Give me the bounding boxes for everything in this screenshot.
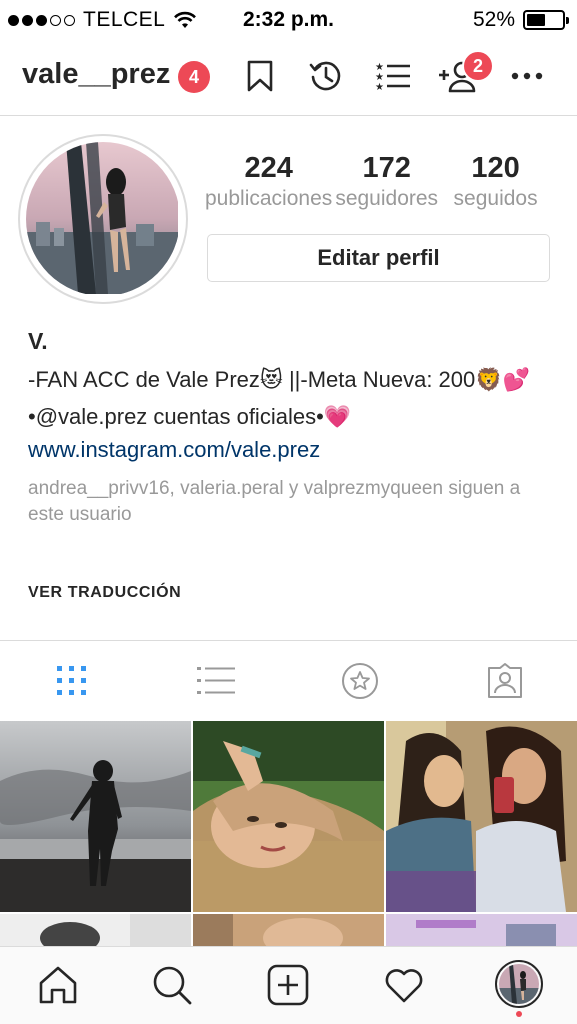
profile-display-name: V. [28,328,48,354]
bookmark-icon[interactable] [240,56,280,96]
tagged-user-icon [488,663,522,698]
profile-tab-avatar[interactable] [495,960,543,1008]
search-icon[interactable] [150,963,194,1007]
history-icon[interactable] [306,56,346,96]
home-icon[interactable] [36,963,80,1007]
grid-view-tab[interactable] [52,661,92,701]
status-right: 52% [472,8,569,32]
post-thumbnail-5[interactable] [193,914,384,946]
followers-count: 172 [362,152,411,184]
edit-profile-button[interactable]: Editar perfil [207,234,550,282]
battery-icon [523,10,569,30]
following-count: 120 [471,152,520,184]
status-bar: TELCEL 2:32 p.m. 52% [0,0,577,38]
posts-count: 224 [244,152,293,184]
post-thumbnail-3[interactable] [386,721,577,912]
post-thumbnail-2[interactable] [193,721,384,912]
posts-label: publicaciones [205,187,333,210]
account-switcher[interactable]: vale__prez [22,58,170,91]
tagged-photos-tab[interactable] [485,661,525,701]
see-translation-button[interactable]: VER TRADUCCIÓN [28,584,181,602]
new-post-icon[interactable] [266,963,310,1007]
post-thumbnail-4[interactable] [0,914,191,946]
bio-line-2: •@vale.prez cuentas oficiales•💗 [28,404,352,429]
post-thumbnail-1[interactable] [0,721,191,912]
profile-tabs [0,640,577,720]
battery-fill [527,14,545,26]
feed-list-icon [197,667,235,694]
follow-requests-badge: 2 [462,50,494,82]
profile-avatar[interactable] [18,134,188,304]
grid-icon [57,666,86,695]
profile-stats: 224 publicaciones 172 seguidores 120 seg… [205,152,550,211]
more-icon[interactable] [507,56,547,96]
profile-active-indicator [516,1011,522,1017]
post-thumbnail-6[interactable] [386,914,577,946]
activity-heart-icon[interactable] [382,963,426,1007]
account-notification-badge: 4 [178,61,210,93]
saved-collections-tab[interactable] [340,661,380,701]
followers-label: seguidores [335,187,439,210]
bottom-tab-bar [0,946,577,1024]
bio-website-link[interactable]: www.instagram.com/vale.prez [28,433,548,466]
following-stat[interactable]: 120 seguidos [441,152,550,211]
profile-tab-photo [499,964,539,1004]
svg-text:★: ★ [375,82,384,92]
list-view-tab[interactable] [196,661,236,701]
profile-header-bar: vale__prez 4 ★ ★ ★ 2 [0,38,577,116]
list-icon[interactable]: ★ ★ ★ [373,56,413,96]
profile-bio: V. -FAN ACC de Vale Prez😻 ||-Meta Nueva:… [28,328,548,528]
followers-stat[interactable]: 172 seguidores [332,152,441,211]
bio-line-1: -FAN ACC de Vale Prez😻 ||-Meta Nueva: 20… [28,367,531,392]
battery-percent: 52% [472,8,515,31]
followed-by-text[interactable]: andrea__privv16, valeria.peral y valprez… [28,476,548,528]
profile-photo [26,142,180,296]
posts-stat[interactable]: 224 publicaciones [205,152,332,211]
star-circle-icon [342,663,378,699]
following-label: seguidos [453,187,538,210]
